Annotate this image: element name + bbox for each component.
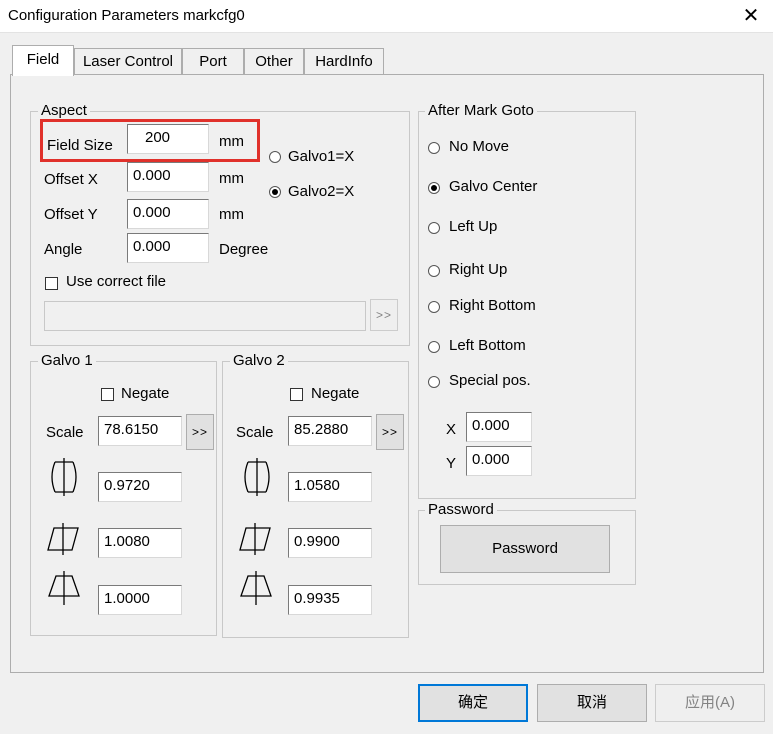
after-mark-goto-label: After Mark Goto: [425, 103, 537, 119]
after-mark-right-bottom-radio[interactable]: [428, 301, 440, 313]
galvo1-trapezoid-input[interactable]: 1.0000: [98, 585, 182, 615]
correct-file-path-input[interactable]: [44, 301, 366, 331]
galvo2-scale-input[interactable]: 85.2880: [288, 416, 372, 446]
offset-y-input[interactable]: 0.000: [127, 199, 209, 229]
window-title: Configuration Parameters markcfg0: [8, 7, 245, 24]
galvo2-barrel-input[interactable]: 1.0580: [288, 472, 372, 502]
offset-x-unit: mm: [219, 170, 244, 187]
parallelogram-distortion-icon: [47, 523, 79, 555]
offset-y-unit: mm: [219, 206, 244, 223]
title-bar: Configuration Parameters markcfg0 ✕: [0, 0, 773, 32]
special-x-input[interactable]: 0.000: [466, 412, 532, 442]
browse-correct-file-button[interactable]: >>: [370, 299, 398, 331]
offset-x-label: Offset X: [44, 171, 98, 188]
after-mark-left-bottom-radio[interactable]: [428, 341, 440, 353]
galvo2-negate-checkbox[interactable]: [290, 388, 303, 401]
angle-input[interactable]: 0.000: [127, 233, 209, 263]
close-button[interactable]: ✕: [738, 4, 764, 28]
after-mark-left-up-label: Left Up: [449, 218, 498, 235]
apply-button[interactable]: 应用(A): [655, 684, 765, 722]
use-correct-file-checkbox[interactable]: [45, 277, 58, 290]
aspect-group-label: Aspect: [38, 103, 90, 119]
cancel-button[interactable]: 取消: [537, 684, 647, 722]
after-mark-no-move-radio[interactable]: [428, 142, 440, 154]
special-x-label: X: [446, 421, 457, 438]
tab-laser-control[interactable]: Laser Control: [74, 48, 182, 74]
angle-unit: Degree: [219, 241, 269, 258]
after-mark-left-up-radio[interactable]: [428, 222, 440, 234]
password-button[interactable]: Password: [440, 525, 610, 573]
galvo2-trapezoid-input[interactable]: 0.9935: [288, 585, 372, 615]
galvo2-negate-label: Negate: [311, 385, 360, 402]
use-correct-file-label: Use correct file: [66, 273, 167, 290]
after-mark-right-up-label: Right Up: [449, 261, 508, 278]
galvo2-scale-label: Scale: [236, 424, 274, 441]
special-y-label: Y: [446, 455, 457, 472]
tab-other[interactable]: Other: [244, 48, 304, 74]
galvo1-negate-label: Negate: [121, 385, 170, 402]
field-size-highlight: [40, 119, 260, 162]
galvo1-x-radio[interactable]: [269, 151, 281, 163]
trapezoid-distortion-icon: [48, 571, 80, 605]
offset-x-input[interactable]: 0.000: [127, 162, 209, 192]
galvo1-scale-input[interactable]: 78.6150: [98, 416, 182, 446]
galvo1-negate-checkbox[interactable]: [101, 388, 114, 401]
offset-y-label: Offset Y: [44, 206, 98, 223]
password-group-label: Password: [425, 502, 497, 518]
angle-label: Angle: [44, 241, 83, 258]
after-mark-no-move-label: No Move: [449, 138, 510, 155]
after-mark-left-bottom-label: Left Bottom: [449, 337, 526, 354]
close-icon: ✕: [742, 5, 760, 27]
galvo1-parallelogram-input[interactable]: 1.0080: [98, 528, 182, 558]
galvo1-x-label: Galvo1=X: [288, 148, 355, 165]
barrel-distortion-icon: [244, 458, 270, 496]
after-mark-galvo-center-radio[interactable]: [428, 182, 440, 194]
tab-port[interactable]: Port: [182, 48, 244, 74]
galvo1-scale-more-button[interactable]: >>: [186, 414, 214, 450]
galvo2-scale-more-button[interactable]: >>: [376, 414, 404, 450]
galvo2-x-label: Galvo2=X: [288, 183, 355, 200]
tab-field[interactable]: Field: [12, 45, 74, 76]
tab-hardinfo[interactable]: HardInfo: [304, 48, 384, 74]
trapezoid-distortion-icon: [240, 571, 272, 605]
after-mark-galvo-center-label: Galvo Center: [449, 178, 538, 195]
galvo1-barrel-input[interactable]: 0.9720: [98, 472, 182, 502]
galvo2-group-label: Galvo 2: [230, 353, 288, 369]
after-mark-special-pos-label: Special pos.: [449, 372, 531, 389]
after-mark-right-bottom-label: Right Bottom: [449, 297, 536, 314]
galvo1-group-label: Galvo 1: [38, 353, 96, 369]
barrel-distortion-icon: [51, 458, 77, 496]
galvo2-parallelogram-input[interactable]: 0.9900: [288, 528, 372, 558]
ok-button[interactable]: 确定: [418, 684, 528, 722]
galvo1-scale-label: Scale: [46, 424, 84, 441]
after-mark-right-up-radio[interactable]: [428, 265, 440, 277]
galvo2-x-radio[interactable]: [269, 186, 281, 198]
parallelogram-distortion-icon: [239, 523, 271, 555]
after-mark-special-pos-radio[interactable]: [428, 376, 440, 388]
special-y-input[interactable]: 0.000: [466, 446, 532, 476]
